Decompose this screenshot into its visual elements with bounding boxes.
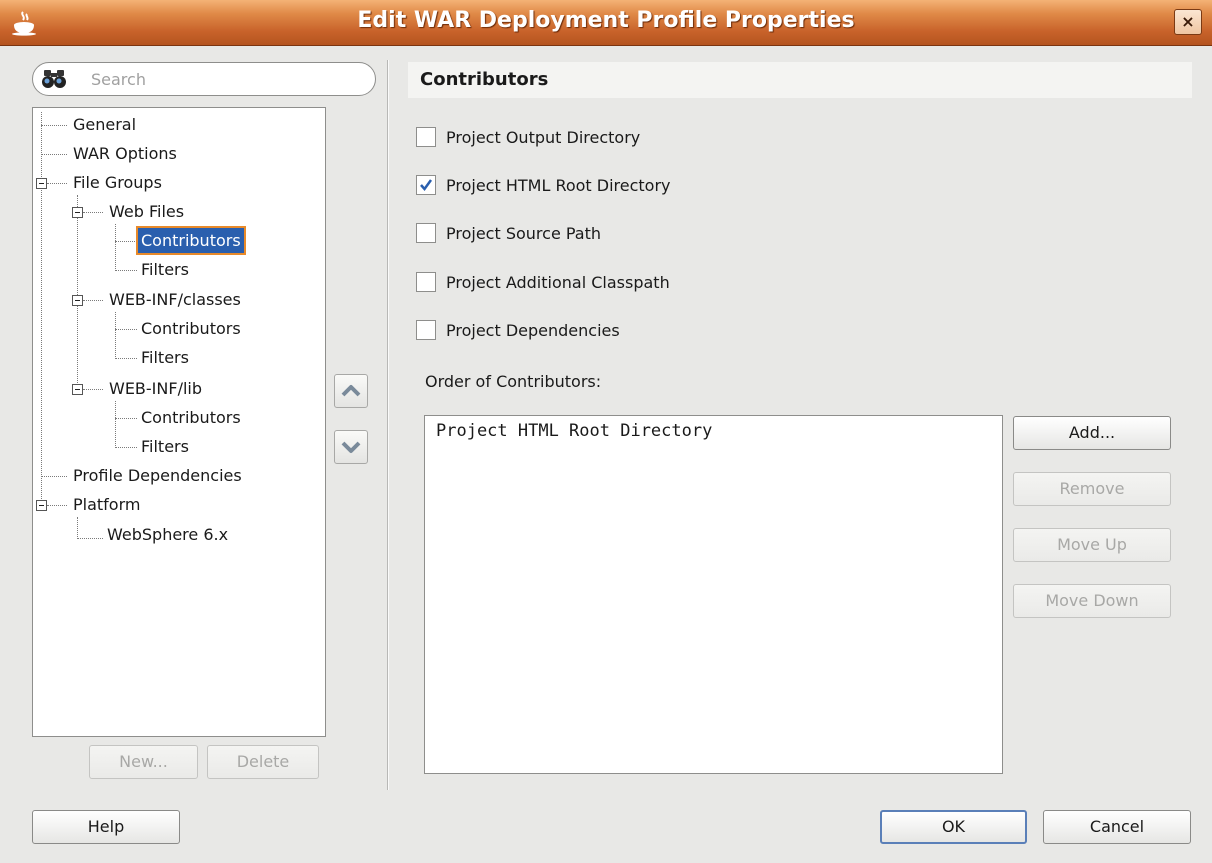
section-header: Contributors	[408, 62, 1192, 98]
ok-button[interactable]: OK	[880, 810, 1027, 844]
tree-item-web-files[interactable]: Web Files	[106, 199, 187, 224]
chevron-down-icon	[341, 441, 361, 453]
search-box[interactable]	[32, 62, 376, 96]
collapse-icon[interactable]	[36, 500, 47, 511]
tree-item-filters[interactable]: Filters	[138, 257, 192, 282]
new-button-label: New...	[119, 752, 168, 771]
order-of-contributors-label: Order of Contributors:	[425, 372, 602, 391]
remove-button-label: Remove	[1059, 479, 1125, 498]
move-up-button-label: Move Up	[1057, 535, 1127, 554]
cancel-button[interactable]: Cancel	[1043, 810, 1191, 844]
move-down-button[interactable]: Move Down	[1013, 584, 1171, 618]
tree-item-platform[interactable]: Platform	[70, 492, 143, 517]
delete-button-label: Delete	[236, 752, 290, 771]
checkbox-label: Project Dependencies	[446, 321, 620, 340]
search-input[interactable]	[91, 68, 361, 90]
tree-item-web-inf-classes[interactable]: WEB-INF/classes	[106, 287, 244, 312]
tree-item-filters[interactable]: Filters	[138, 434, 192, 459]
new-button[interactable]: New...	[89, 745, 198, 779]
tree-connector	[47, 183, 67, 184]
checkbox-label: Project Additional Classpath	[446, 273, 670, 292]
tree-connector	[115, 358, 137, 359]
list-item[interactable]: Project HTML Root Directory	[436, 421, 712, 441]
collapse-icon[interactable]	[72, 295, 83, 306]
checkbox-label: Project HTML Root Directory	[446, 176, 671, 195]
move-up-button[interactable]: Move Up	[1013, 528, 1171, 562]
tree-item-filters[interactable]: Filters	[138, 345, 192, 370]
checkbox-label: Project Output Directory	[446, 128, 641, 147]
chevron-up-icon	[341, 385, 361, 397]
tree-connector	[115, 241, 137, 242]
help-button[interactable]: Help	[32, 810, 180, 844]
collapse-icon[interactable]	[72, 384, 83, 395]
section-title: Contributors	[420, 69, 549, 90]
tree-connector	[115, 329, 137, 330]
navigation-tree[interactable]: General WAR Options File Groups Web File…	[32, 107, 326, 737]
ok-button-label: OK	[941, 817, 966, 836]
checkbox-box-checked[interactable]	[416, 175, 436, 195]
tree-connector	[115, 224, 116, 269]
tree-item-contributors[interactable]: Contributors	[138, 316, 244, 341]
tree-item-general[interactable]: General	[70, 112, 139, 137]
move-down-button-label: Move Down	[1045, 591, 1139, 610]
tree-item-contributors-selected[interactable]: Contributors	[136, 226, 246, 255]
title-bar: Edit WAR Deployment Profile Properties ×	[0, 0, 1212, 46]
splitter[interactable]	[387, 60, 389, 790]
window-title: Edit WAR Deployment Profile Properties	[357, 8, 855, 33]
tree-connector	[41, 112, 42, 511]
tree-connector	[115, 312, 116, 357]
tree-item-websphere[interactable]: WebSphere 6.x	[104, 522, 231, 547]
tree-connector	[77, 538, 103, 539]
move-down-arrow-button[interactable]	[334, 430, 368, 464]
add-button-label: Add...	[1068, 423, 1116, 442]
help-button-label: Help	[87, 817, 125, 836]
tree-connector	[115, 418, 137, 419]
checkbox-box[interactable]	[416, 272, 436, 292]
tree-connector	[83, 300, 103, 301]
tree-connector	[115, 401, 116, 446]
tree-connector	[77, 517, 78, 539]
tree-connector	[115, 270, 137, 271]
collapse-icon[interactable]	[36, 178, 47, 189]
checkbox-box[interactable]	[416, 320, 436, 340]
tree-item-contributors[interactable]: Contributors	[138, 405, 244, 430]
cancel-button-label: Cancel	[1089, 817, 1145, 836]
remove-button[interactable]: Remove	[1013, 472, 1171, 506]
tree-connector	[47, 505, 67, 506]
tree-item-profile-dependencies[interactable]: Profile Dependencies	[70, 463, 245, 488]
move-up-arrow-button[interactable]	[334, 374, 368, 408]
checkbox-box[interactable]	[416, 223, 436, 243]
tree-connector	[41, 476, 67, 477]
binoculars-icon	[42, 70, 66, 88]
contributors-order-list[interactable]: Project HTML Root Directory	[424, 415, 1003, 774]
tree-connector	[115, 447, 137, 448]
checkbox-label: Project Source Path	[446, 224, 602, 243]
tree-item-war-options[interactable]: WAR Options	[70, 141, 180, 166]
tree-connector	[41, 154, 67, 155]
delete-button[interactable]: Delete	[207, 745, 319, 779]
checkmark-icon	[420, 179, 433, 192]
close-button[interactable]: ×	[1174, 9, 1202, 35]
collapse-icon[interactable]	[72, 207, 83, 218]
tree-connector	[83, 212, 103, 213]
tree-item-file-groups[interactable]: File Groups	[70, 170, 165, 195]
tree-connector	[41, 125, 67, 126]
close-icon: ×	[1181, 12, 1195, 31]
checkbox-box[interactable]	[416, 127, 436, 147]
tree-connector	[83, 389, 103, 390]
tree-item-web-inf-lib[interactable]: WEB-INF/lib	[106, 376, 205, 401]
add-button[interactable]: Add...	[1013, 416, 1171, 450]
